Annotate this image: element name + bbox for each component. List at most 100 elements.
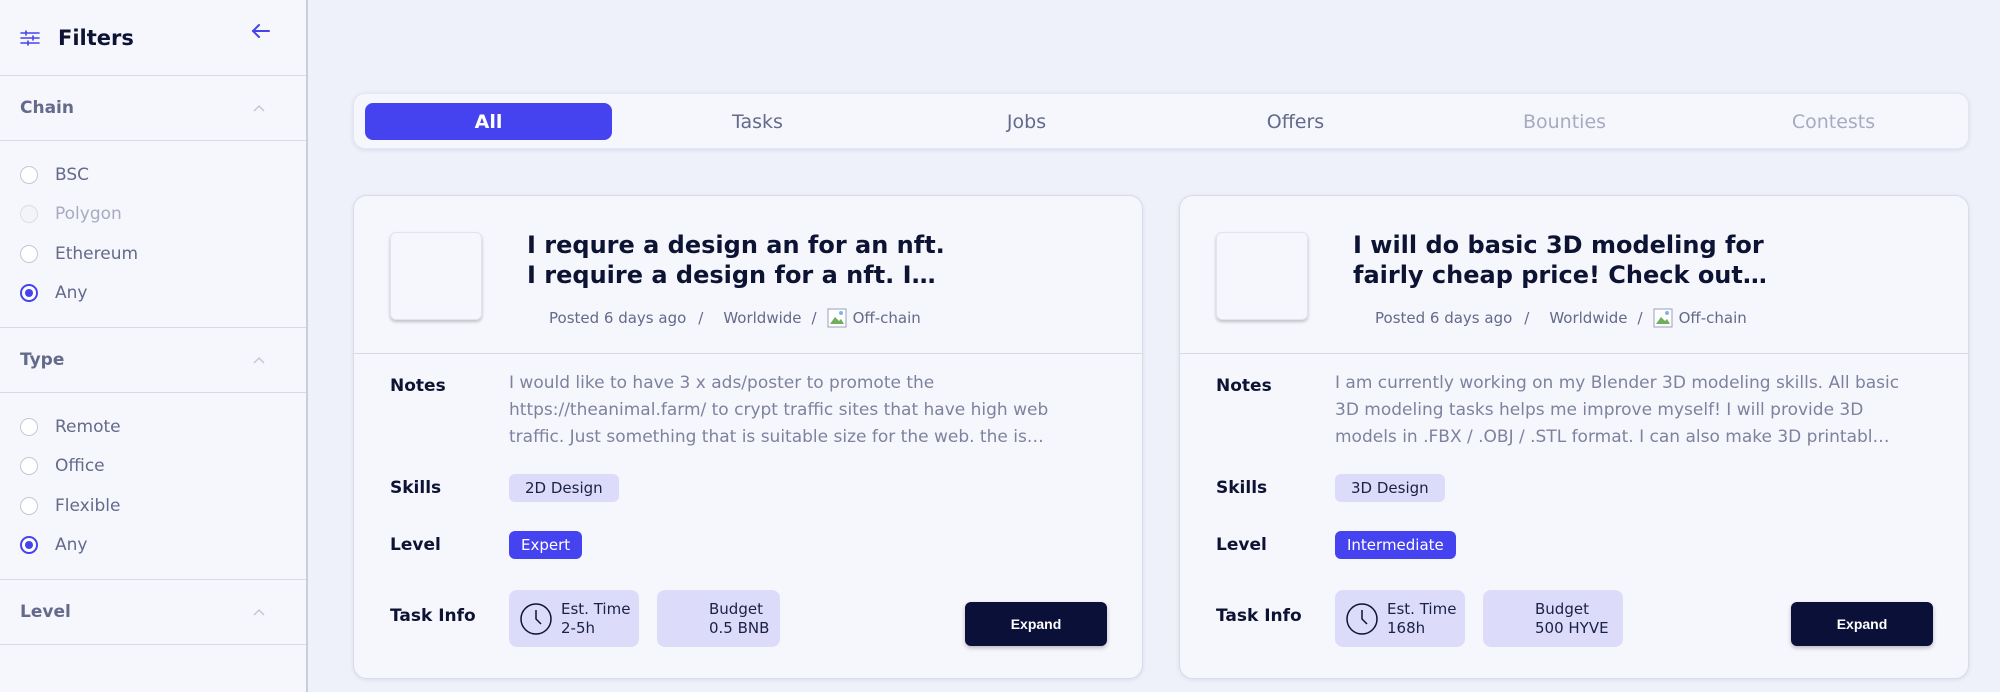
- meta-separator: /: [698, 309, 704, 327]
- tab-offers[interactable]: Offers: [1172, 103, 1419, 140]
- chain-option-ethereum[interactable]: Ethereum: [20, 234, 286, 274]
- expand-button[interactable]: Expand: [1791, 602, 1933, 646]
- posted-date: Posted 6 days ago: [1375, 309, 1513, 327]
- chain-section-header[interactable]: Chain: [0, 76, 306, 141]
- meta-separator: /: [1524, 309, 1530, 327]
- level-badge: Intermediate: [1335, 531, 1456, 559]
- chevron-up-icon[interactable]: [244, 608, 274, 616]
- budget-label: Budget: [709, 599, 763, 618]
- radio-button[interactable]: [20, 165, 38, 184]
- listing-meta: Posted 6 days ago / Worldwide / Off-chai…: [549, 308, 921, 328]
- filters-title: Filters: [58, 25, 134, 50]
- budget-value: 500 HYVE: [1535, 618, 1609, 637]
- tab-tasks[interactable]: Tasks: [634, 103, 881, 140]
- category-tabs: All Tasks Jobs Offers Bounties Contests: [353, 93, 1969, 149]
- listing-title[interactable]: I will do basic 3D modeling for fairly c…: [1353, 230, 1773, 290]
- level-label: Level: [1216, 535, 1267, 555]
- est-time-text: Est. Time 2-5h: [561, 600, 630, 638]
- filters-sidebar: Filters Chain BSC Polygon Ethereum Any T…: [0, 0, 308, 692]
- type-option-any[interactable]: Any: [20, 526, 286, 566]
- est-time-label: Est. Time: [561, 599, 631, 618]
- filter-sliders-icon: [20, 29, 40, 46]
- type-option-office[interactable]: Office: [20, 447, 286, 487]
- level-section-label: Level: [20, 602, 71, 622]
- budget-box: Budget 0.5 BNB: [657, 590, 780, 647]
- est-time-text: Est. Time 168h: [1387, 600, 1456, 638]
- location: Worldwide: [723, 309, 802, 327]
- skills-label: Skills: [390, 478, 442, 498]
- budget-label: Budget: [1535, 599, 1589, 618]
- budget-text: Budget 0.5 BNB: [709, 600, 769, 638]
- option-label: Any: [55, 283, 88, 304]
- listing-card[interactable]: I will do basic 3D modeling for fairly c…: [1179, 195, 1969, 679]
- level-section-header[interactable]: Level: [0, 580, 306, 645]
- listing-title[interactable]: I requre a design an for an nft. I requi…: [527, 230, 947, 290]
- radio-button-selected[interactable]: [20, 536, 38, 555]
- chain-label: Off-chain: [1678, 309, 1747, 327]
- expand-button[interactable]: Expand: [965, 602, 1107, 646]
- chevron-up-icon[interactable]: [244, 356, 274, 364]
- card-header: I will do basic 3D modeling for fairly c…: [1180, 196, 1968, 354]
- budget-text: Budget 500 HYVE: [1535, 600, 1609, 638]
- chain-option-bsc[interactable]: BSC: [20, 155, 286, 195]
- est-time-label: Est. Time: [1387, 599, 1457, 618]
- radio-button[interactable]: [20, 417, 38, 436]
- est-time-value: 2-5h: [561, 618, 596, 637]
- notes-label: Notes: [390, 376, 446, 396]
- radio-button-selected[interactable]: [20, 284, 38, 303]
- option-label: Flexible: [55, 495, 121, 516]
- location: Worldwide: [1549, 309, 1628, 327]
- level-badge: Expert: [509, 531, 583, 559]
- budget-box: Budget 500 HYVE: [1483, 590, 1623, 647]
- type-option-remote[interactable]: Remote: [20, 407, 286, 447]
- clock-icon: [1345, 602, 1379, 636]
- listing-thumbnail: [390, 232, 482, 320]
- radio-button[interactable]: [20, 244, 38, 263]
- option-label: Ethereum: [55, 243, 139, 264]
- notes-text: I am currently working on my Blender 3D …: [1335, 373, 1900, 447]
- est-time-value: 168h: [1387, 618, 1426, 637]
- listing-meta: Posted 6 days ago / Worldwide / Off-chai…: [1375, 308, 1747, 328]
- listing-card[interactable]: I requre a design an for an nft. I requi…: [353, 195, 1143, 679]
- meta-separator: /: [1637, 309, 1643, 327]
- chain-option-any[interactable]: Any: [20, 274, 286, 314]
- radio-button[interactable]: [20, 205, 38, 224]
- type-section-header[interactable]: Type: [0, 328, 306, 393]
- budget-value: 0.5 BNB: [709, 618, 770, 637]
- notes-text: I would like to have 3 x ads/poster to p…: [509, 373, 1049, 447]
- meta-separator: /: [811, 309, 817, 327]
- filters-header: Filters: [0, 0, 306, 76]
- skill-badge: 3D Design: [1335, 474, 1445, 502]
- type-options: Remote Office Flexible Any: [0, 393, 306, 580]
- posted-date: Posted 6 days ago: [549, 309, 687, 327]
- level-label: Level: [390, 535, 441, 555]
- est-time-box: Est. Time 2-5h: [509, 590, 639, 647]
- type-option-flexible[interactable]: Flexible: [20, 486, 286, 526]
- chain-option-polygon[interactable]: Polygon: [20, 195, 286, 235]
- radio-button[interactable]: [20, 457, 38, 476]
- task-info-label: Task Info: [1216, 606, 1302, 626]
- radio-button[interactable]: [20, 496, 38, 515]
- listing-thumbnail: [1216, 232, 1308, 320]
- option-label: Office: [55, 456, 105, 477]
- tab-contests[interactable]: Contests: [1710, 103, 1957, 140]
- tab-jobs[interactable]: Jobs: [903, 103, 1150, 140]
- chevron-up-icon[interactable]: [244, 104, 274, 112]
- tab-all[interactable]: All: [365, 103, 612, 140]
- chain-options: BSC Polygon Ethereum Any: [0, 141, 306, 328]
- card-header: I requre a design an for an nft. I requi…: [354, 196, 1142, 354]
- tab-bounties[interactable]: Bounties: [1441, 103, 1688, 140]
- chain-label: Off-chain: [852, 309, 921, 327]
- chain-section-label: Chain: [20, 98, 74, 118]
- type-section-label: Type: [20, 350, 65, 370]
- option-label: Any: [55, 535, 88, 556]
- broken-image-icon: [827, 308, 847, 328]
- est-time-box: Est. Time 168h: [1335, 590, 1465, 647]
- notes-label: Notes: [1216, 376, 1272, 396]
- skill-badge: 2D Design: [509, 474, 619, 502]
- skills-label: Skills: [1216, 478, 1268, 498]
- back-arrow-icon[interactable]: [246, 16, 276, 46]
- option-label: BSC: [55, 164, 90, 185]
- option-label: Remote: [55, 416, 121, 437]
- option-label: Polygon: [55, 204, 122, 225]
